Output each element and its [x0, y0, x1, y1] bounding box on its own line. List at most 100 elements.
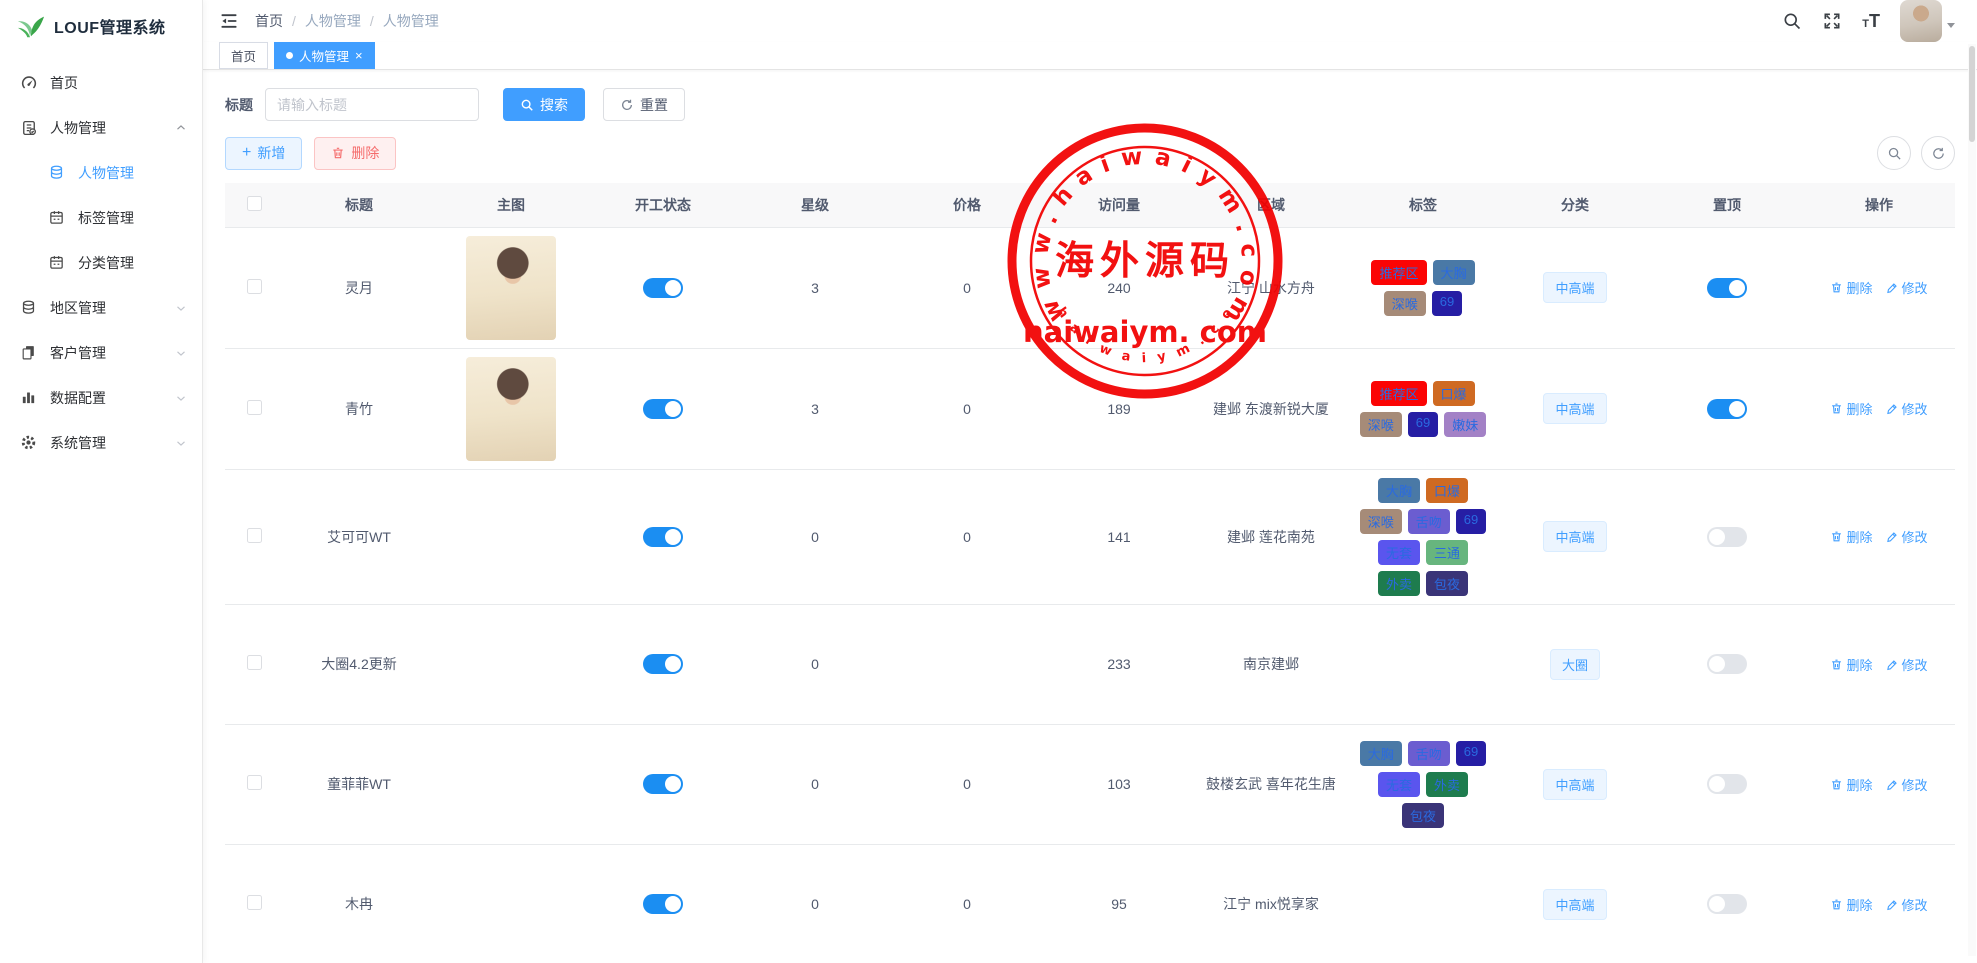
- sidebar-item-home[interactable]: 首页: [0, 60, 202, 105]
- logo: LOUF管理系统: [0, 0, 202, 50]
- row-edit-link[interactable]: 修改: [1886, 399, 1928, 418]
- search-button[interactable]: 搜索: [503, 88, 585, 121]
- chevron-down-icon: [174, 301, 188, 315]
- sidebar: LOUF管理系统 首页 人物管理: [0, 0, 203, 963]
- tag: 深喉: [1360, 412, 1402, 437]
- row-delete-link[interactable]: 删除: [1830, 895, 1872, 914]
- sidebar-item-label: 人物管理: [50, 118, 106, 138]
- tag: 舌吻: [1408, 741, 1450, 766]
- user-menu[interactable]: [1900, 0, 1955, 42]
- top-toggle[interactable]: [1707, 774, 1747, 794]
- top-toggle[interactable]: [1707, 527, 1747, 547]
- sidebar-item-region-management[interactable]: 地区管理: [0, 285, 202, 330]
- row-edit-link[interactable]: 修改: [1886, 775, 1928, 794]
- row-star: 0: [811, 896, 819, 912]
- sidebar-item-system-management[interactable]: 系统管理: [0, 420, 202, 465]
- sidebar-item-person-management-sub[interactable]: 人物管理: [0, 150, 202, 195]
- sidebar-fold-icon[interactable]: [219, 11, 239, 31]
- tag: 大胸: [1378, 478, 1420, 503]
- row-checkbox[interactable]: [247, 528, 262, 543]
- row-checkbox[interactable]: [247, 655, 262, 670]
- row-price: 0: [963, 776, 971, 792]
- breadcrumb-item[interactable]: 首页: [255, 11, 283, 31]
- sidebar-item-person-management[interactable]: 人物管理: [0, 105, 202, 150]
- tag: 推荐区: [1371, 381, 1426, 406]
- row-region: 建邺 东渡新锐大厦: [1213, 401, 1329, 417]
- row-checkbox[interactable]: [247, 400, 262, 415]
- row-thumbnail[interactable]: [466, 236, 556, 340]
- sidebar-item-category-management[interactable]: 分类管理: [0, 240, 202, 285]
- column-header: 操作: [1803, 183, 1955, 227]
- tag: 69: [1432, 291, 1462, 316]
- select-all-checkbox[interactable]: [247, 196, 262, 211]
- fullscreen-icon[interactable]: [1822, 11, 1842, 31]
- top-toggle[interactable]: [1707, 654, 1747, 674]
- row-checkbox[interactable]: [247, 895, 262, 910]
- search-icon[interactable]: [1782, 11, 1802, 31]
- row-thumbnail[interactable]: [466, 357, 556, 461]
- tag: 推荐区: [1371, 260, 1426, 285]
- status-toggle[interactable]: [643, 654, 683, 674]
- tag: 69: [1456, 741, 1486, 766]
- row-checkbox[interactable]: [247, 279, 262, 294]
- chevron-down-icon: [174, 346, 188, 360]
- sidebar-item-customer-management[interactable]: 客户管理: [0, 330, 202, 375]
- breadcrumb-item: 人物管理: [383, 11, 439, 31]
- tag: 深喉: [1384, 291, 1426, 316]
- tag-list: 推荐区大胸深喉69: [1355, 260, 1491, 316]
- font-size-icon[interactable]: TT: [1862, 12, 1880, 30]
- tag: 大胸: [1360, 741, 1402, 766]
- row-region: 江宁 山水方舟: [1227, 280, 1315, 296]
- breadcrumb-item[interactable]: 人物管理: [305, 11, 361, 31]
- row-title: 童菲菲WT: [327, 776, 391, 792]
- sidebar-item-label: 首页: [50, 73, 78, 93]
- tab-home[interactable]: 首页: [219, 42, 268, 69]
- status-toggle[interactable]: [643, 278, 683, 298]
- status-toggle[interactable]: [643, 527, 683, 547]
- tab-person-management[interactable]: 人物管理 ×: [274, 42, 375, 69]
- row-price: 0: [963, 280, 971, 296]
- delete-button[interactable]: 删除: [314, 137, 396, 170]
- sidebar-item-data-config[interactable]: 数据配置: [0, 375, 202, 420]
- row-delete-link[interactable]: 删除: [1830, 775, 1872, 794]
- row-delete-link[interactable]: 删除: [1830, 655, 1872, 674]
- add-button[interactable]: + 新增: [225, 137, 302, 170]
- tag: 口爆: [1426, 478, 1468, 503]
- row-edit-link[interactable]: 修改: [1886, 895, 1928, 914]
- top-toggle[interactable]: [1707, 399, 1747, 419]
- row-delete-link[interactable]: 删除: [1830, 399, 1872, 418]
- row-delete-link[interactable]: 删除: [1830, 278, 1872, 297]
- tag: 包夜: [1426, 571, 1468, 596]
- row-delete-link[interactable]: 删除: [1830, 527, 1872, 546]
- row-checkbox[interactable]: [247, 775, 262, 790]
- row-price: 0: [963, 401, 971, 417]
- column-header: 开工状态: [587, 183, 739, 227]
- tag: 三通: [1426, 540, 1468, 565]
- row-edit-link[interactable]: 修改: [1886, 655, 1928, 674]
- top-toggle[interactable]: [1707, 894, 1747, 914]
- status-toggle[interactable]: [643, 894, 683, 914]
- row-star: 3: [811, 280, 819, 296]
- title-input[interactable]: [265, 88, 479, 121]
- tab-close-icon[interactable]: ×: [355, 49, 363, 62]
- row-title: 木冉: [345, 896, 373, 912]
- row-region: 南京建邺: [1243, 656, 1299, 672]
- avatar[interactable]: [1900, 0, 1942, 42]
- sidebar-item-label: 数据配置: [50, 388, 106, 408]
- row-edit-link[interactable]: 修改: [1886, 278, 1928, 297]
- status-toggle[interactable]: [643, 399, 683, 419]
- sidebar-item-tag-management[interactable]: 标签管理: [0, 195, 202, 240]
- sidebar-item-label: 系统管理: [50, 433, 106, 453]
- navbar-right: TT: [1782, 0, 1955, 42]
- top-toggle[interactable]: [1707, 278, 1747, 298]
- table-tools: [1877, 136, 1955, 170]
- row-title: 大圈4.2更新: [321, 656, 396, 672]
- status-toggle[interactable]: [643, 774, 683, 794]
- table-refresh-icon[interactable]: [1921, 136, 1955, 170]
- table-search-icon[interactable]: [1877, 136, 1911, 170]
- main-area: 首页 / 人物管理 / 人物管理 TT: [203, 0, 1977, 963]
- scrollbar-thumb[interactable]: [1969, 46, 1975, 142]
- row-edit-link[interactable]: 修改: [1886, 527, 1928, 546]
- reset-button[interactable]: 重置: [603, 88, 685, 121]
- vertical-scrollbar[interactable]: [1968, 44, 1976, 956]
